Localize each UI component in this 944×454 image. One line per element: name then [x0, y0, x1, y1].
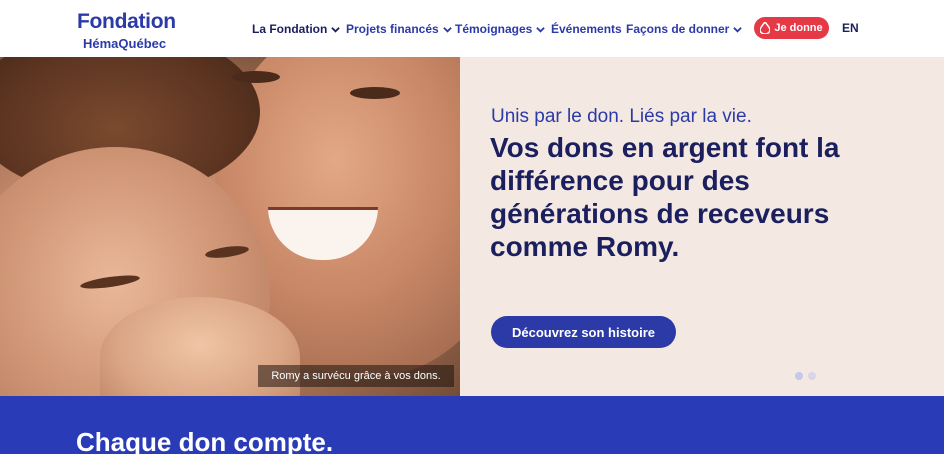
hero-carousel: Romy a survécu grâce à vos dons. Unis pa… — [0, 57, 944, 396]
language-toggle[interactable]: EN — [842, 21, 859, 35]
hero-tagline: Unis par le don. Liés par la vie. — [491, 106, 752, 127]
carousel-pagination — [795, 372, 816, 380]
nav-item-projets-finances[interactable]: Projets financés — [346, 21, 452, 37]
logo-wordmark: Fondation — [77, 10, 176, 33]
nav-item-label: Événements — [551, 22, 622, 36]
nav-item-label: Façons de donner — [626, 22, 730, 36]
chevron-down-icon — [733, 26, 743, 33]
discover-story-button[interactable]: Découvrez son histoire — [491, 316, 676, 348]
donate-button-label: Je donne — [774, 22, 823, 34]
nav-item-evenements[interactable]: Événements — [551, 21, 622, 37]
nav-item-label: Projets financés — [346, 22, 439, 36]
nav-item-label: Témoignages — [455, 22, 533, 36]
every-donation-section: Chaque don compte. — [0, 396, 944, 454]
nav-item-label: La Fondation — [252, 22, 328, 36]
fondation-logo[interactable]: Fondation HémaQuébec — [77, 10, 187, 52]
hero-image: Romy a survécu grâce à vos dons. — [0, 57, 460, 396]
chevron-down-icon — [331, 26, 341, 33]
donate-button[interactable]: Je donne — [754, 17, 829, 39]
chevron-down-icon — [442, 26, 452, 33]
blood-drop-icon — [760, 22, 771, 34]
logo-subtitle: HémaQuébec — [83, 36, 167, 51]
carousel-dot-2[interactable] — [808, 372, 816, 380]
nav-item-facons-de-donner[interactable]: Façons de donner — [626, 21, 743, 37]
hero-headline: Vos dons en argent font la différence po… — [490, 132, 840, 262]
site-header: Fondation HémaQuébec La Fondation Projet… — [0, 0, 944, 57]
hero-text-panel: Unis par le don. Liés par la vie. Vos do… — [460, 57, 944, 396]
section-title: Chaque don compte. — [76, 427, 334, 454]
chevron-down-icon — [536, 26, 546, 33]
nav-item-la-fondation[interactable]: La Fondation — [252, 21, 341, 37]
nav-item-temoignages[interactable]: Témoignages — [455, 21, 546, 37]
carousel-dot-1[interactable] — [795, 372, 803, 380]
image-caption: Romy a survécu grâce à vos dons. — [258, 365, 454, 387]
